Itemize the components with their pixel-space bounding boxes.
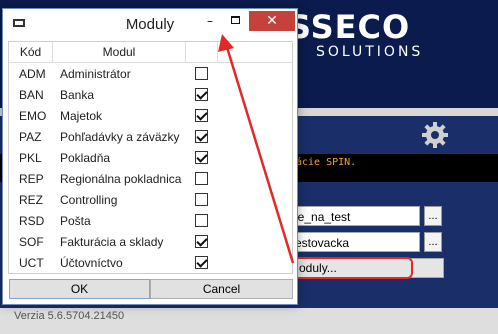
profile-field[interactable]: estovacka <box>290 232 420 252</box>
database-field[interactable]: ie_na_test <box>290 206 420 226</box>
database-browse-button[interactable]: ... <box>424 206 442 226</box>
module-name: Pošta <box>60 214 91 228</box>
console-message: ácie SPIN. <box>296 157 357 168</box>
table-row[interactable]: PAZ Pohľadávky a záväzky <box>9 127 292 148</box>
module-checkbox[interactable] <box>195 172 208 185</box>
table-row[interactable]: REZ Controlling <box>9 190 292 211</box>
module-code: REP <box>19 172 44 186</box>
module-name: Pokladňa <box>60 151 111 165</box>
table-row[interactable]: SOF Fakturácia a sklady <box>9 232 292 253</box>
module-code: PAZ <box>19 130 42 144</box>
module-name: Banka <box>60 88 95 102</box>
module-checkbox[interactable] <box>195 193 208 206</box>
module-name: Controlling <box>60 193 118 207</box>
module-checkbox[interactable] <box>195 256 208 269</box>
module-code: PKL <box>19 151 42 165</box>
profile-browse-button[interactable]: ... <box>424 232 442 252</box>
cancel-button[interactable]: Cancel <box>150 279 293 299</box>
table-row[interactable]: ADM Administrátor <box>9 64 292 85</box>
brand-logo: SSECO <box>288 8 411 46</box>
table-row[interactable]: RSD Pošta <box>9 211 292 232</box>
module-code: REZ <box>19 193 43 207</box>
grid-header: Kód Modul <box>9 42 292 63</box>
column-header-module[interactable]: Modul <box>53 42 186 62</box>
module-code: BAN <box>19 88 44 102</box>
ok-button[interactable]: OK <box>9 279 150 299</box>
table-row[interactable]: EMO Majetok <box>9 106 292 127</box>
module-code: SOF <box>19 235 44 249</box>
module-code: RSD <box>19 214 45 228</box>
gear-icon[interactable] <box>421 121 449 149</box>
module-code: UCT <box>19 256 44 270</box>
module-name: Fakturácia a sklady <box>60 235 164 249</box>
module-name: Majetok <box>60 109 103 123</box>
module-checkbox[interactable] <box>195 88 208 101</box>
module-code: EMO <box>19 109 47 123</box>
dialog-title-bar[interactable]: Moduly – ✕ <box>3 9 297 39</box>
maximize-button[interactable] <box>223 11 249 31</box>
moduly-dialog: Moduly – ✕ Kód Modul ADM Administrátor BAN… <box>2 8 298 305</box>
brand-subtitle: SOLUTIONS <box>316 44 424 60</box>
column-header-code[interactable]: Kód <box>9 42 53 62</box>
module-checkbox[interactable] <box>195 109 208 122</box>
version-text: Verzia 5.6.5704.21450 <box>14 310 125 322</box>
module-name: Administrátor <box>60 67 131 81</box>
module-name: Regionálna pokladnica <box>60 172 182 186</box>
module-name: Účtovníctvo <box>60 256 123 270</box>
annotation-highlight <box>292 257 413 279</box>
table-row[interactable]: PKL Pokladňa <box>9 148 292 169</box>
module-checkbox[interactable] <box>195 151 208 164</box>
column-header-check[interactable] <box>186 42 218 62</box>
module-checkbox[interactable] <box>195 67 208 80</box>
module-checkbox[interactable] <box>195 214 208 227</box>
module-code: ADM <box>19 67 46 81</box>
maximize-icon <box>231 16 240 24</box>
table-row[interactable]: REP Regionálna pokladnica <box>9 169 292 190</box>
minimize-button[interactable]: – <box>197 11 223 31</box>
module-name: Pohľadávky a záväzky <box>60 130 180 144</box>
module-checkbox[interactable] <box>195 235 208 248</box>
table-row[interactable]: BAN Banka <box>9 85 292 106</box>
modules-grid: Kód Modul ADM Administrátor BAN Banka EMO Maj… <box>8 41 293 274</box>
table-row[interactable]: UCT Účtovníctvo <box>9 253 292 273</box>
close-button[interactable]: ✕ <box>249 11 295 31</box>
module-checkbox[interactable] <box>195 130 208 143</box>
